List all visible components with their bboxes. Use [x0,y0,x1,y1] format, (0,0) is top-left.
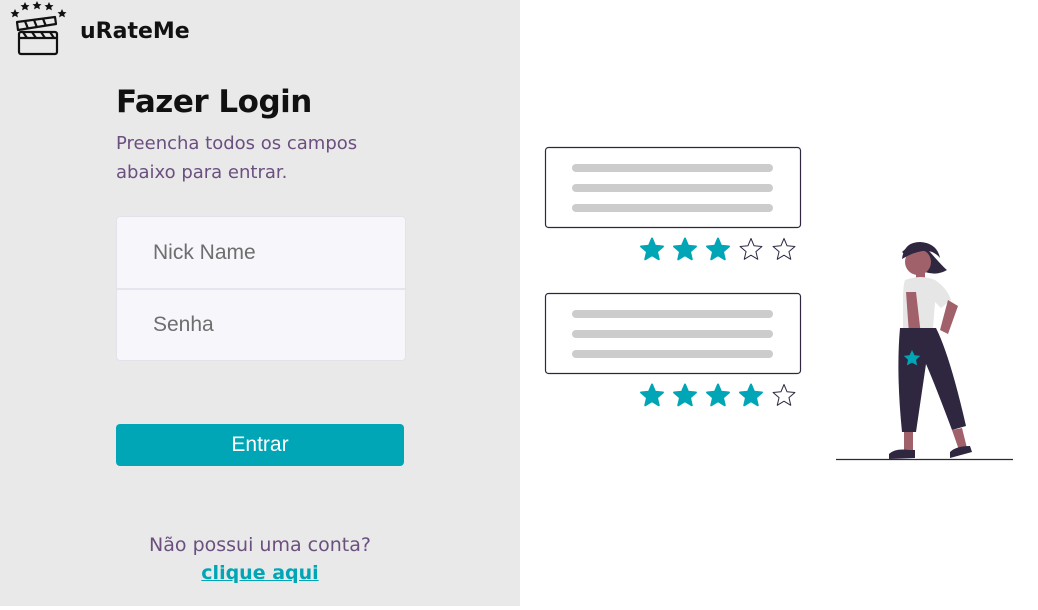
person-figure [836,242,1013,461]
filled-star-icon [673,237,697,261]
login-button[interactable]: Entrar [116,424,404,466]
login-form [116,216,406,361]
nickname-input[interactable] [117,217,405,288]
brand-logo[interactable]: uRateMe [10,0,210,60]
filled-star-icon [739,383,763,407]
login-panel: uRateMe Fazer Login Preencha todos os ca… [0,0,520,606]
filled-star-icon [673,383,697,407]
brand-name: uRateMe [80,19,190,44]
password-input[interactable] [117,289,405,360]
signup-link[interactable]: clique aqui [116,559,404,587]
empty-star-icon [772,238,796,260]
page-subtitle: Preencha todos os campos abaixo para ent… [116,133,358,183]
filled-star-icon [640,383,664,407]
filled-star-icon [706,237,730,261]
page-title: Fazer Login [116,84,312,120]
illustration [520,0,1038,606]
reviews-illustration [544,146,1013,461]
signup-prompt: Não possui uma conta? clique aqui [116,531,404,587]
star-rating [640,383,796,407]
star-rating [640,237,796,261]
empty-star-icon [772,384,796,406]
filled-star-icon [640,237,664,261]
review-card [544,146,802,229]
clapperboard-icon [10,1,67,56]
empty-star-icon [739,238,763,260]
review-card [544,292,802,375]
no-account-text: Não possui uma conta? [149,534,371,556]
filled-star-icon [706,383,730,407]
